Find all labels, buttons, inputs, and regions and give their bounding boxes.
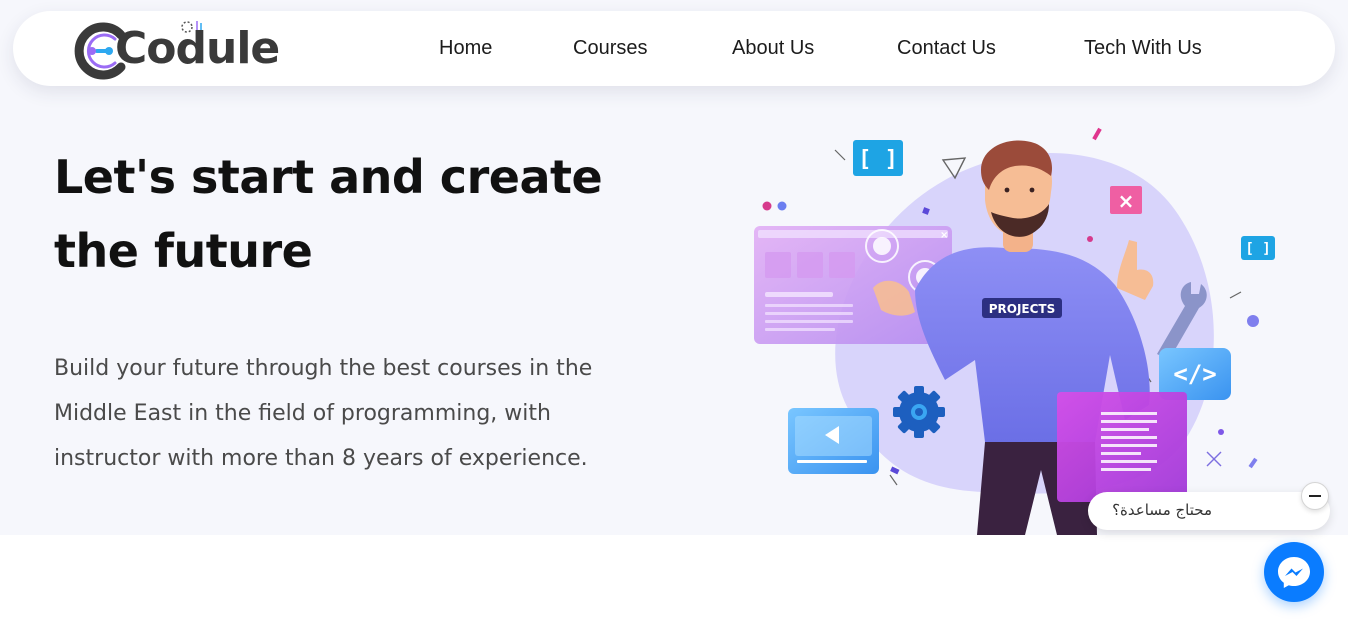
site-logo[interactable]: Codule	[71, 15, 281, 83]
window-close-icon: ×	[940, 230, 948, 241]
confetti-dot	[1247, 315, 1259, 327]
nav-tech-with-us[interactable]: Tech With Us	[1084, 37, 1202, 60]
help-chat-text: محتاج مساعدة؟	[1112, 501, 1212, 519]
nav-about-us[interactable]: About Us	[732, 37, 814, 60]
messenger-icon	[1278, 557, 1310, 588]
nav-contact-us[interactable]: Contact Us	[897, 37, 996, 60]
confetti-line	[889, 474, 898, 486]
close-icon: ×	[1118, 189, 1135, 213]
confetti-line	[834, 149, 846, 161]
minimize-chat-button[interactable]	[1301, 482, 1329, 510]
messenger-chat-button[interactable]	[1264, 542, 1324, 602]
hero-illustration: [ ] [ ] × PROJECTS × </>	[745, 120, 1290, 535]
hero-title: Let's start and create the future	[54, 150, 603, 278]
confetti-bar	[1248, 457, 1258, 469]
confetti-bar	[890, 466, 900, 475]
top-navbar: Codule Home Courses About Us Contact Us …	[13, 11, 1335, 86]
confetti-dot	[762, 201, 772, 211]
code-badge-text: </>	[1173, 360, 1216, 388]
logo-text: Codule	[115, 23, 280, 74]
hero-description: Build your future through the best cours…	[54, 356, 593, 471]
confetti-dot	[777, 201, 787, 211]
nav-home[interactable]: Home	[439, 37, 492, 60]
confetti-dot	[1218, 429, 1224, 435]
confetti-dot	[1087, 236, 1093, 242]
bracket-text: [ ]	[858, 147, 898, 172]
confetti-line	[1229, 291, 1242, 299]
confetti-bar	[1092, 127, 1102, 141]
gear-icon	[893, 386, 945, 438]
nav-courses[interactable]: Courses	[573, 37, 647, 60]
minus-icon	[1309, 495, 1321, 497]
help-chat-prompt[interactable]: محتاج مساعدة؟	[1088, 492, 1330, 530]
bracket-text-small: [ ]	[1245, 241, 1270, 257]
developer-illustration: [ ] [ ] × PROJECTS × </>	[754, 127, 1275, 535]
shirt-label: PROJECTS	[989, 302, 1056, 316]
